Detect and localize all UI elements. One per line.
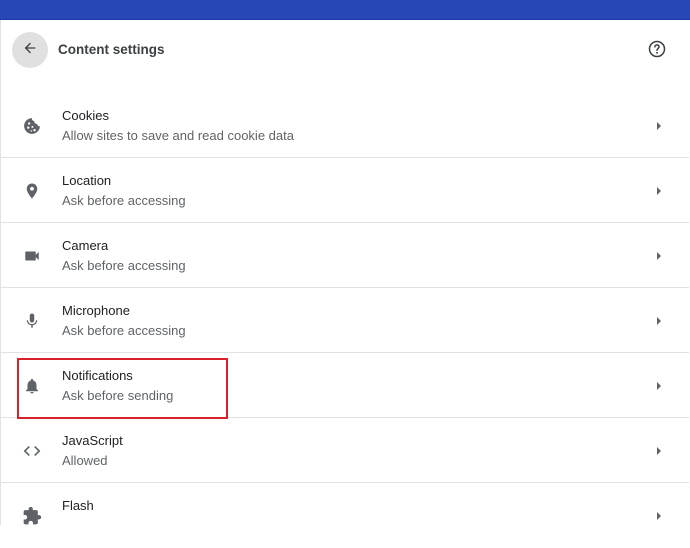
page-title: Content settings <box>58 42 165 57</box>
row-title: Cookies <box>62 108 109 123</box>
row-subtitle: Ask before accessing <box>62 323 186 338</box>
settings-row-camera[interactable]: Camera Ask before accessing <box>1 223 689 288</box>
chevron-right-icon <box>654 446 664 456</box>
location-pin-icon <box>21 180 43 202</box>
row-subtitle: Ask before accessing <box>62 258 186 273</box>
settings-list: Cookies Allow sites to save and read coo… <box>1 93 689 548</box>
puzzle-icon <box>21 505 43 527</box>
row-title: Location <box>62 173 112 188</box>
microphone-icon <box>21 310 43 332</box>
row-subtitle: Allow sites to save and read cookie data <box>62 128 294 143</box>
row-title: Camera <box>62 238 109 253</box>
help-icon <box>647 39 667 64</box>
row-subtitle: Ask before sending <box>62 388 174 403</box>
row-title: Notifications <box>62 368 133 383</box>
settings-row-cookies[interactable]: Cookies Allow sites to save and read coo… <box>1 93 689 158</box>
help-button[interactable] <box>646 40 668 62</box>
chevron-right-icon <box>654 316 664 326</box>
bell-icon <box>21 375 43 397</box>
code-icon <box>21 440 43 462</box>
row-title: Microphone <box>62 303 130 318</box>
arrow-back-icon <box>22 40 38 61</box>
settings-row-javascript[interactable]: JavaScript Allowed <box>1 418 689 483</box>
chevron-right-icon <box>654 381 664 391</box>
settings-row-location[interactable]: Location Ask before accessing <box>1 158 689 223</box>
chevron-right-icon <box>654 186 664 196</box>
row-subtitle: Ask before accessing <box>62 193 186 208</box>
settings-row-notifications[interactable]: Notifications Ask before sending <box>1 353 689 418</box>
row-subtitle: Allowed <box>62 453 108 468</box>
chevron-right-icon <box>654 511 664 521</box>
camera-icon <box>21 245 43 267</box>
back-button[interactable] <box>12 32 48 68</box>
settings-row-flash[interactable]: Flash <box>1 483 689 548</box>
top-bar <box>0 0 690 20</box>
chevron-right-icon <box>654 121 664 131</box>
row-title: Flash <box>62 498 94 513</box>
page-header: Content settings <box>0 20 690 80</box>
row-title: JavaScript <box>62 433 123 448</box>
chevron-right-icon <box>654 251 664 261</box>
settings-row-microphone[interactable]: Microphone Ask before accessing <box>1 288 689 353</box>
cookie-icon <box>21 115 43 137</box>
